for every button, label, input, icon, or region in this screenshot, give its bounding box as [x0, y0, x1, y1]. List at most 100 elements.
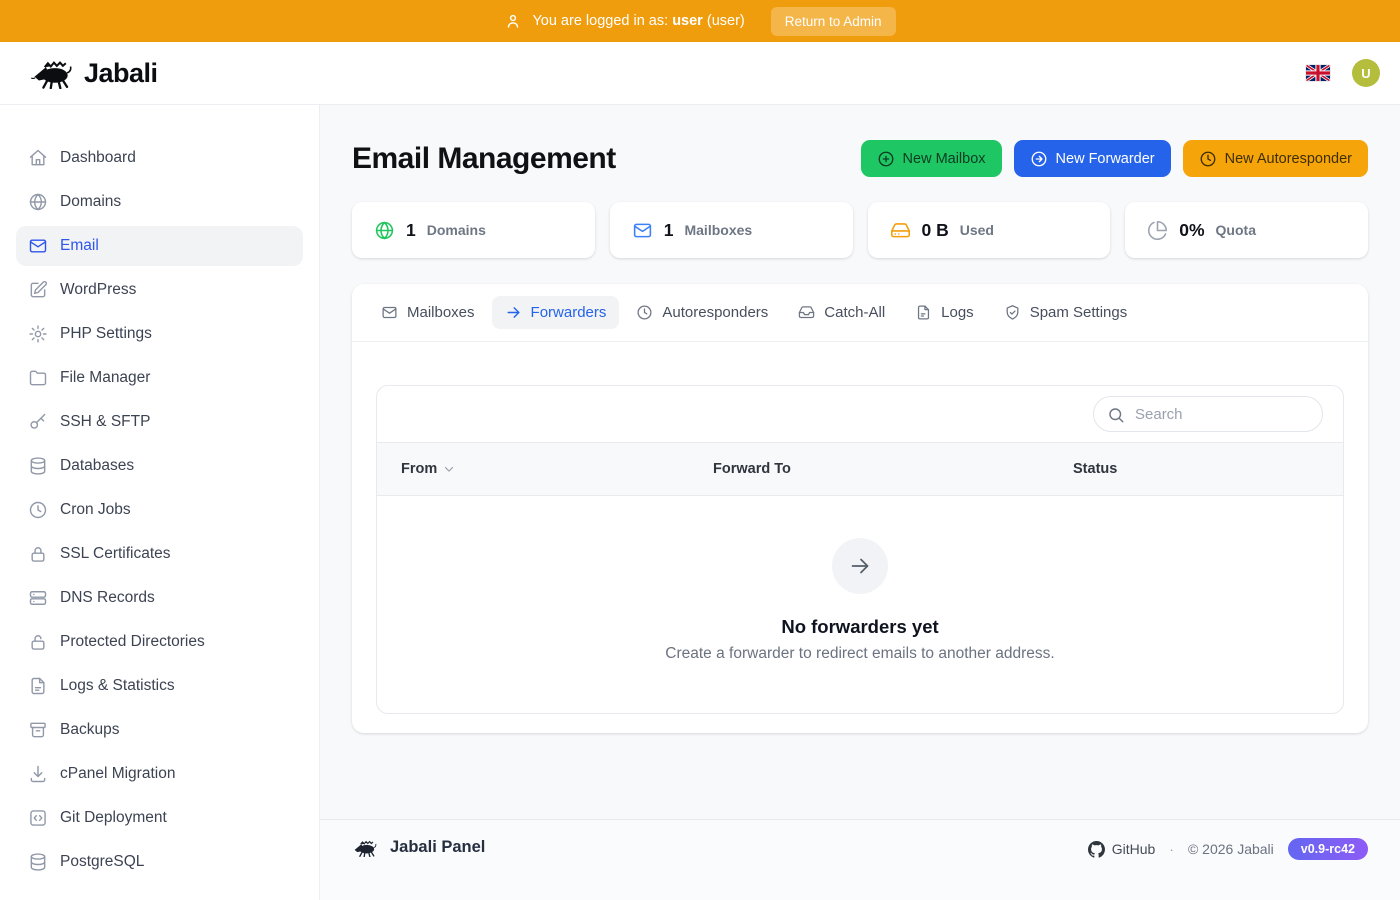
- lock-icon: [28, 544, 48, 564]
- shield-check-icon: [1004, 304, 1021, 321]
- tab-label: Logs: [941, 304, 974, 321]
- sidebar-item-databases[interactable]: Databases: [16, 446, 303, 486]
- sidebar-item-label: cPanel Migration: [60, 765, 175, 783]
- sidebar-item-file-manager[interactable]: File Manager: [16, 358, 303, 398]
- stat-label: Mailboxes: [684, 222, 752, 238]
- sidebar-item-cpanel-migration[interactable]: cPanel Migration: [16, 754, 303, 794]
- copyright-text: © 2026 Jabali: [1188, 841, 1274, 857]
- forwarders-table-card: From Forward To Status No forwarders yet: [376, 385, 1344, 714]
- tab-autoresponders[interactable]: Autoresponders: [623, 296, 781, 329]
- stat-value: 1: [406, 220, 416, 241]
- stat-card-domains: 1 Domains: [352, 202, 595, 258]
- new-autoresponder-button[interactable]: New Autoresponder: [1183, 140, 1368, 177]
- person-icon: [504, 12, 522, 30]
- logged-in-prefix: You are logged in as:: [532, 13, 668, 29]
- sidebar-item-domains[interactable]: Domains: [16, 182, 303, 222]
- chevron-down-icon: [442, 462, 456, 476]
- return-to-admin-button[interactable]: Return to Admin: [771, 7, 896, 36]
- stat-card-quota: 0% Quota: [1125, 202, 1368, 258]
- sidebar-item-label: Git Deployment: [60, 809, 167, 827]
- sidebar-item-email[interactable]: Email: [16, 226, 303, 266]
- sidebar-item-label: WordPress: [60, 281, 136, 299]
- github-label: GitHub: [1112, 841, 1156, 857]
- new-mailbox-button[interactable]: New Mailbox: [861, 140, 1002, 177]
- sidebar-item-dns-records[interactable]: DNS Records: [16, 578, 303, 618]
- stat-label: Domains: [427, 222, 486, 238]
- email-tabs: Mailboxes Forwarders Autoresponders Catc…: [352, 284, 1368, 342]
- search-field: [1093, 396, 1323, 432]
- sidebar-item-label: Databases: [60, 457, 134, 475]
- sidebar-item-ssh-sftp[interactable]: SSH & SFTP: [16, 402, 303, 442]
- tab-label: Autoresponders: [662, 304, 768, 321]
- code-icon: [28, 808, 48, 828]
- tab-label: Catch-All: [824, 304, 885, 321]
- sidebar-item-php-settings[interactable]: PHP Settings: [16, 314, 303, 354]
- arrow-right-circle-icon: [1030, 150, 1048, 168]
- sidebar-item-git-deployment[interactable]: Git Deployment: [16, 798, 303, 838]
- column-label: From: [401, 461, 437, 477]
- pie-chart-icon: [1147, 220, 1168, 241]
- clock-icon: [636, 304, 653, 321]
- version-badge: v0.9-rc42: [1288, 838, 1368, 860]
- clock-icon: [28, 500, 48, 520]
- user-avatar[interactable]: U: [1352, 59, 1380, 87]
- new-forwarder-button[interactable]: New Forwarder: [1014, 140, 1171, 177]
- sidebar-item-cron-jobs[interactable]: Cron Jobs: [16, 490, 303, 530]
- tab-label: Mailboxes: [407, 304, 475, 321]
- impersonation-banner: You are logged in as: user (user) Return…: [0, 0, 1400, 42]
- footer-separator: ·: [1169, 841, 1174, 857]
- arrow-right-icon: [505, 304, 522, 321]
- sidebar-item-label: PHP Settings: [60, 325, 152, 343]
- page-footer: Jabali Panel GitHub · © 2026 Jabali v0.9…: [320, 819, 1400, 900]
- sidebar-item-label: Logs & Statistics: [60, 677, 175, 695]
- sidebar-item-protected-directories[interactable]: Protected Directories: [16, 622, 303, 662]
- logged-in-message: You are logged in as: user (user): [532, 13, 744, 29]
- search-input[interactable]: [1094, 397, 1322, 431]
- stat-value: 0 B: [922, 220, 949, 241]
- sidebar-item-label: File Manager: [60, 369, 150, 387]
- tab-spam-settings[interactable]: Spam Settings: [991, 296, 1141, 329]
- lock-icon: [28, 632, 48, 652]
- sidebar-item-label: Cron Jobs: [60, 501, 131, 519]
- footer-brand: Jabali Panel: [390, 838, 485, 857]
- sidebar-item-wordpress[interactable]: WordPress: [16, 270, 303, 310]
- tab-label: Spam Settings: [1030, 304, 1128, 321]
- file-text-icon: [915, 304, 932, 321]
- sidebar-item-label: Domains: [60, 193, 121, 211]
- stat-label: Quota: [1216, 222, 1256, 238]
- sidebar-item-label: Email: [60, 237, 99, 255]
- sidebar-item-dashboard[interactable]: Dashboard: [16, 138, 303, 178]
- folder-icon: [28, 368, 48, 388]
- new-mailbox-label: New Mailbox: [903, 151, 986, 167]
- tab-mailboxes[interactable]: Mailboxes: [368, 296, 488, 329]
- tab-label: Forwarders: [531, 304, 607, 321]
- key-icon: [28, 412, 48, 432]
- sidebar-item-label: SSL Certificates: [60, 545, 171, 563]
- tab-logs[interactable]: Logs: [902, 296, 987, 329]
- arrow-right-icon: [832, 538, 888, 594]
- sidebar-item-logs-statistics[interactable]: Logs & Statistics: [16, 666, 303, 706]
- sidebar-item-label: Backups: [60, 721, 119, 739]
- sidebar-item-postgresql[interactable]: PostgreSQL: [16, 842, 303, 882]
- tab-catch-all[interactable]: Catch-All: [785, 296, 898, 329]
- sidebar-item-backups[interactable]: Backups: [16, 710, 303, 750]
- empty-state: No forwarders yet Create a forwarder to …: [377, 496, 1343, 713]
- gear-icon: [28, 324, 48, 344]
- logged-in-role: (user): [707, 13, 745, 29]
- new-forwarder-label: New Forwarder: [1056, 151, 1155, 167]
- logged-in-username: user: [672, 13, 703, 29]
- stat-card-used: 0 B Used: [868, 202, 1111, 258]
- email-management-page: Email Management New Mailbox New Forward…: [320, 105, 1400, 819]
- sidebar-item-ssl-certificates[interactable]: SSL Certificates: [16, 534, 303, 574]
- home-icon: [28, 148, 48, 168]
- column-header-status: Status: [1073, 461, 1343, 477]
- github-link[interactable]: GitHub: [1088, 841, 1156, 858]
- email-panel: Mailboxes Forwarders Autoresponders Catc…: [352, 284, 1368, 733]
- sidebar-item-label: Dashboard: [60, 149, 136, 167]
- globe-icon: [374, 220, 395, 241]
- uk-flag-language-icon[interactable]: [1306, 65, 1330, 81]
- tab-forwarders[interactable]: Forwarders: [492, 296, 620, 329]
- column-header-from[interactable]: From: [401, 461, 713, 477]
- boar-logo-icon: [30, 58, 76, 89]
- empty-state-description: Create a forwarder to redirect emails to…: [665, 645, 1054, 663]
